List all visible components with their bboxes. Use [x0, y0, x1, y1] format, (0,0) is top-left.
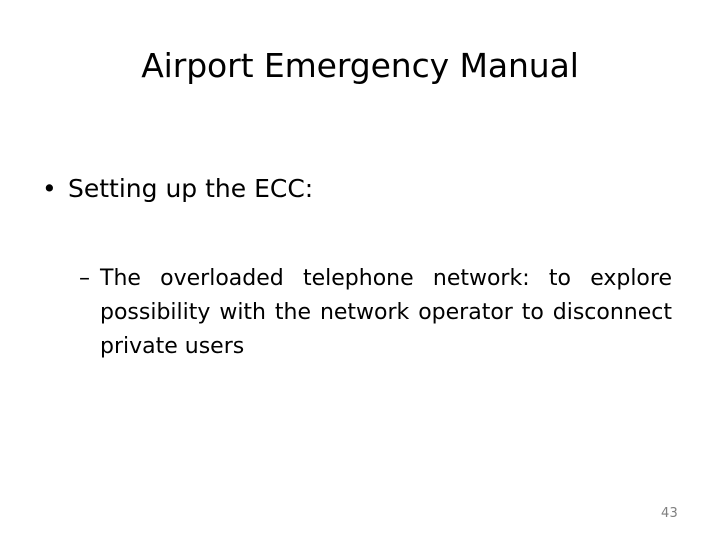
bullet-level-1-text: Setting up the ECC: — [68, 174, 314, 203]
bullet-dash-icon: – — [79, 266, 90, 291]
bullet-level-2: – The overloaded telephone network: to e… — [79, 262, 672, 364]
page-title: Airport Emergency Manual — [141, 46, 579, 85]
slide: Airport Emergency Manual • Setting up th… — [0, 0, 720, 540]
bullet-dot-icon: • — [42, 174, 57, 203]
bullet-level-1: • Setting up the ECC: — [0, 172, 720, 206]
page-number: 43 — [661, 506, 678, 521]
slide-body: • Setting up the ECC: – The overloaded t… — [0, 172, 720, 359]
bullet-level-2-text: The overloaded telephone network: to exp… — [100, 266, 672, 359]
